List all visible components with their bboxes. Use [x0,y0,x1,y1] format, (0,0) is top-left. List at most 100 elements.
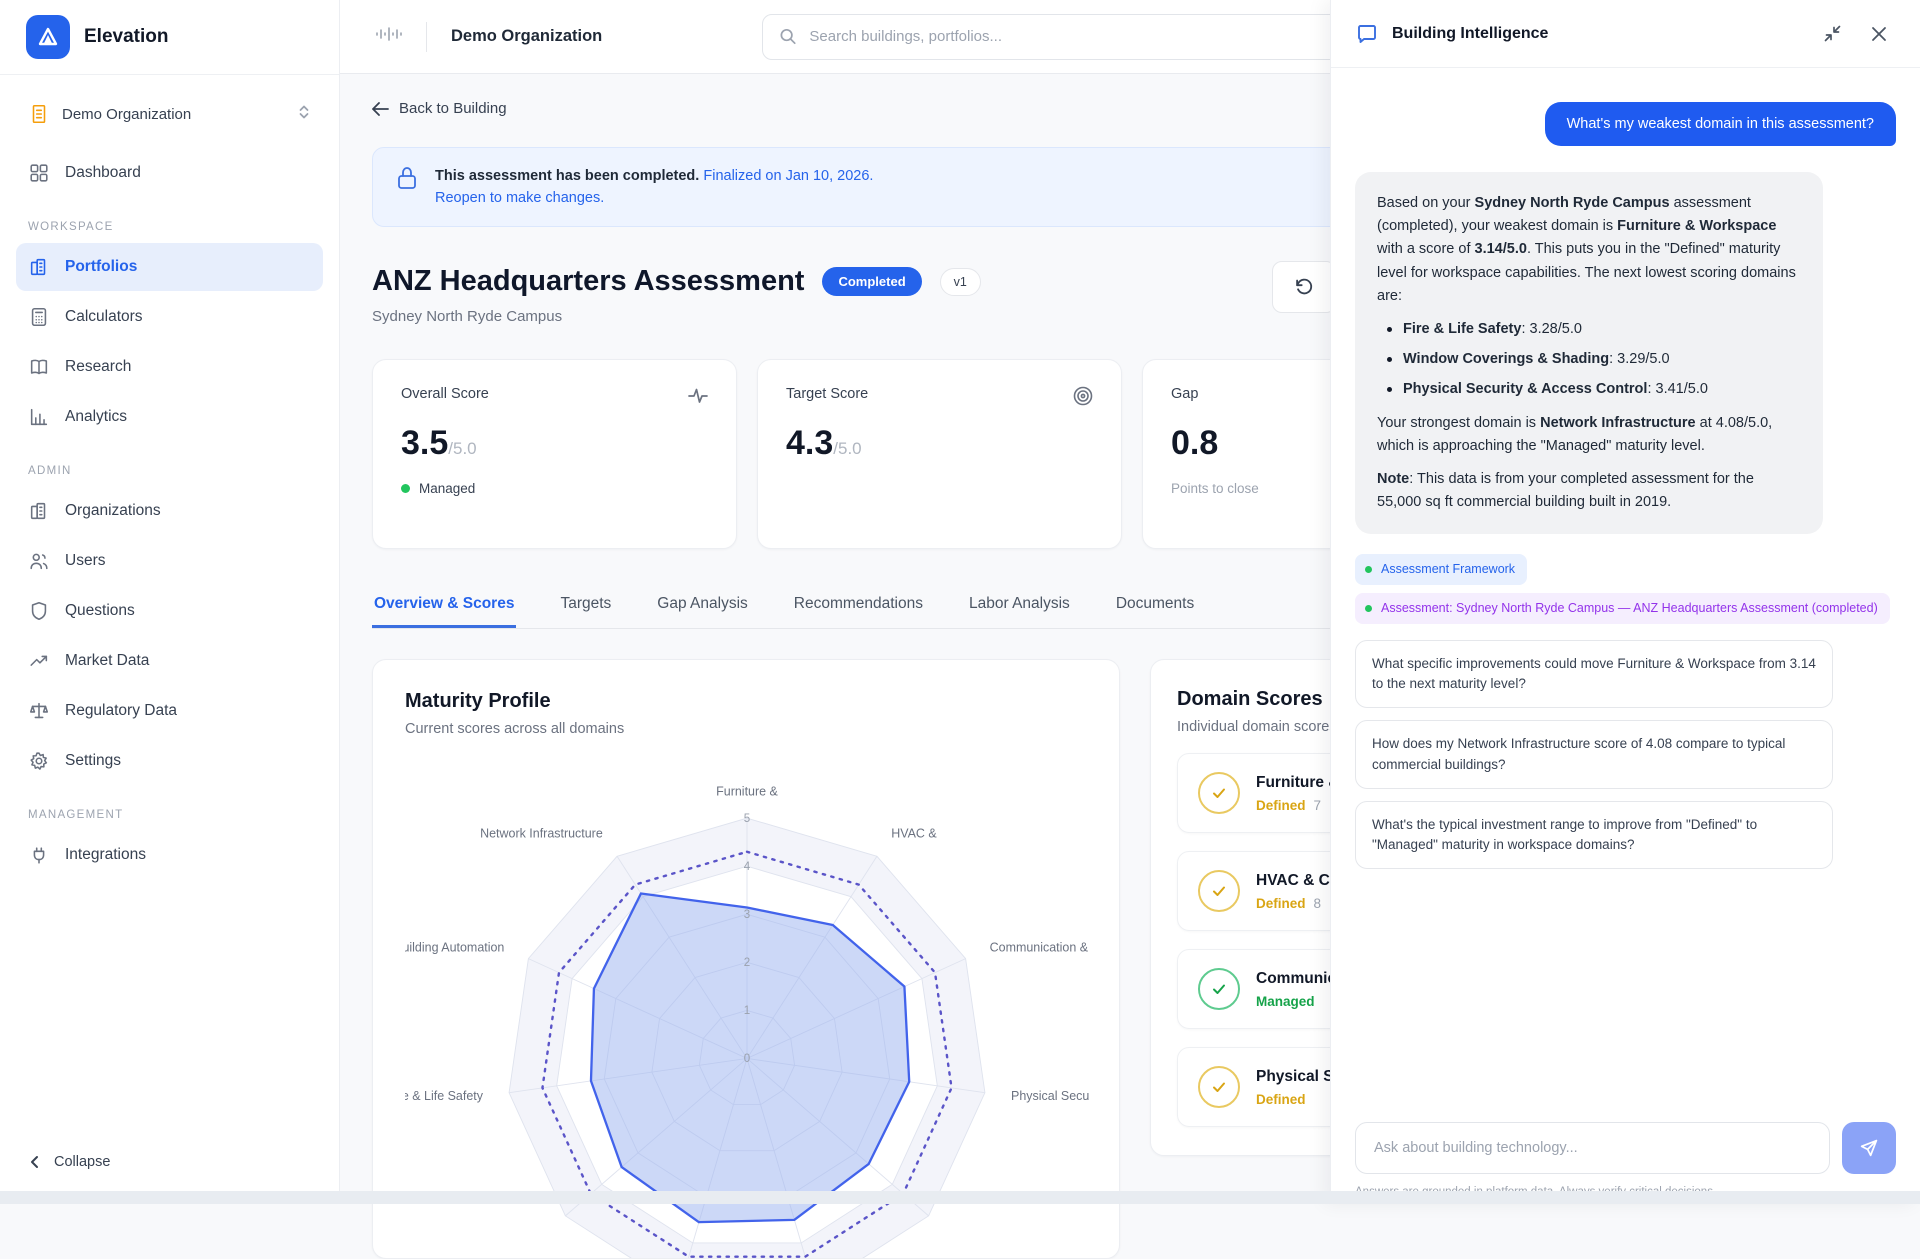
lock-icon [395,165,419,191]
sidebar-item-calculators[interactable]: Calculators [16,293,323,341]
suggested-questions: What specific improvements could move Fu… [1355,640,1896,870]
chip-assessment-source[interactable]: Assessment: Sydney North Ryde Campus — A… [1355,593,1890,624]
sidebar-item-research[interactable]: Research [16,343,323,391]
section-label-workspace: WORKSPACE [28,221,311,233]
tab-documents[interactable]: Documents [1114,595,1196,628]
tab-recommendations[interactable]: Recommendations [792,595,925,628]
organization-icon [28,500,50,522]
chevron-updown-icon [297,104,311,124]
plug-icon [28,844,50,866]
back-to-building-link[interactable]: Back to Building [372,100,507,117]
sidebar-item-dashboard[interactable]: Dashboard [16,149,323,197]
check-circle-icon [1198,968,1240,1010]
scales-icon [28,700,50,722]
search-icon [779,27,797,46]
waveform-icon[interactable] [374,25,404,48]
topbar-divider [426,22,427,52]
sidebar-item-label: Dashboard [65,164,141,182]
trending-up-icon [28,650,50,672]
svg-text:Physical Security: Physical Security [1011,1090,1089,1104]
org-selector[interactable]: Demo Organization [16,93,323,135]
sidebar-item-label: Regulatory Data [65,702,177,720]
score-denominator: /5.0 [448,439,476,458]
section-label-management: MANAGEMENT [28,809,311,821]
svg-text:Furniture &: Furniture & [716,785,778,799]
shield-icon [28,600,50,622]
maturity-panel-title: Maturity Profile [405,690,1087,713]
stat-label: Overall Score [401,386,708,402]
bottom-strip [0,1191,1920,1204]
maturity-radar: 012345Furniture &HVAC &Communication &Ph… [405,743,1089,1259]
sidebar-item-organizations[interactable]: Organizations [16,487,323,535]
suggestion-investment-range[interactable]: What's the typical investment range to i… [1355,801,1833,870]
source-chips: Assessment Framework Assessment: Sydney … [1355,554,1896,624]
user-message: What's my weakest domain in this assessm… [1545,102,1896,146]
sidebar-item-label: Analytics [65,408,127,426]
svg-text:Building Automation: Building Automation [405,941,504,955]
version-badge: v1 [940,268,981,296]
close-icon [1870,25,1888,43]
sidebar-item-label: Organizations [65,502,161,520]
banner-finalized-text: Finalized on Jan 10, 2026. [703,168,873,184]
sidebar-item-label: Integrations [65,846,146,864]
sidebar-item-settings[interactable]: Settings [16,737,323,785]
sidebar-item-analytics[interactable]: Analytics [16,393,323,441]
suggestion-improvements[interactable]: What specific improvements could move Fu… [1355,640,1833,709]
green-dot-icon [1365,605,1372,612]
sidebar-item-label: Questions [65,602,135,620]
minimize-button[interactable] [1815,17,1849,51]
tab-labor-analysis[interactable]: Labor Analysis [967,595,1072,628]
assistant-message: Based on your Sydney North Ryde Campus a… [1355,172,1823,534]
sidebar-item-label: Research [65,358,131,376]
sidebar-item-label: Calculators [65,308,143,326]
check-circle-icon [1198,772,1240,814]
rotate-ccw-icon [1293,276,1315,298]
chat-input[interactable] [1355,1122,1830,1174]
tab-targets[interactable]: Targets [558,595,613,628]
svg-text:Communication &: Communication & [990,941,1089,955]
svg-text:Network Infrastructure: Network Infrastructure [480,827,603,841]
gear-icon [28,750,50,772]
sidebar: Elevation Demo Organization Dashboard WO… [0,0,340,1204]
status-badge: Completed [822,267,921,296]
banner-reopen-link[interactable]: Reopen to make changes. [435,190,604,206]
chat-bubble-icon [1355,22,1379,46]
sidebar-nav: Dashboard WORKSPACE Portfolios Calculato… [0,141,339,1136]
sidebar-item-portfolios[interactable]: Portfolios [16,243,323,291]
sidebar-item-questions[interactable]: Questions [16,587,323,635]
svg-text:5: 5 [744,813,750,825]
weak-domain-list: Fire & Life Safety: 3.28/5.0 Window Cove… [1385,318,1801,402]
chevron-left-icon [28,1155,42,1169]
send-button[interactable] [1842,1122,1896,1174]
elevation-logo-icon [26,15,70,59]
sidebar-item-users[interactable]: Users [16,537,323,585]
maturity-panel-subtitle: Current scores across all domains [405,721,1087,737]
portfolio-buildings-icon [28,256,50,278]
green-dot-icon [1365,566,1372,573]
chat-panel-title: Building Intelligence [1392,25,1802,43]
close-button[interactable] [1862,17,1896,51]
svg-text:2: 2 [744,957,750,969]
check-circle-icon [1198,870,1240,912]
back-link-label: Back to Building [399,100,507,117]
collapse-label: Collapse [54,1154,110,1170]
chip-assessment-framework[interactable]: Assessment Framework [1355,554,1527,585]
send-icon [1858,1137,1880,1159]
tab-gap-analysis[interactable]: Gap Analysis [655,595,749,628]
svg-text:3: 3 [744,909,750,921]
completed-banner: This assessment has been completed. Fina… [372,147,1492,228]
sidebar-item-market-data[interactable]: Market Data [16,637,323,685]
target-score-card: Target Score 4.3/5.0 [757,359,1122,549]
chat-footer: Answers are grounded in platform data. A… [1331,1108,1920,1204]
reset-button[interactable] [1272,261,1336,313]
sidebar-item-regulatory-data[interactable]: Regulatory Data [16,687,323,735]
svg-text:4: 4 [744,861,751,873]
sidebar-item-label: Portfolios [65,258,137,276]
suggestion-network-compare[interactable]: How does my Network Infrastructure score… [1355,720,1833,789]
tab-overview-scores[interactable]: Overview & Scores [372,595,516,628]
banner-completed-text: This assessment has been completed. [435,168,699,184]
svg-text:HVAC &: HVAC & [891,827,937,841]
check-circle-icon [1198,1066,1240,1108]
arrow-left-icon [372,102,389,116]
sidebar-item-integrations[interactable]: Integrations [16,831,323,879]
